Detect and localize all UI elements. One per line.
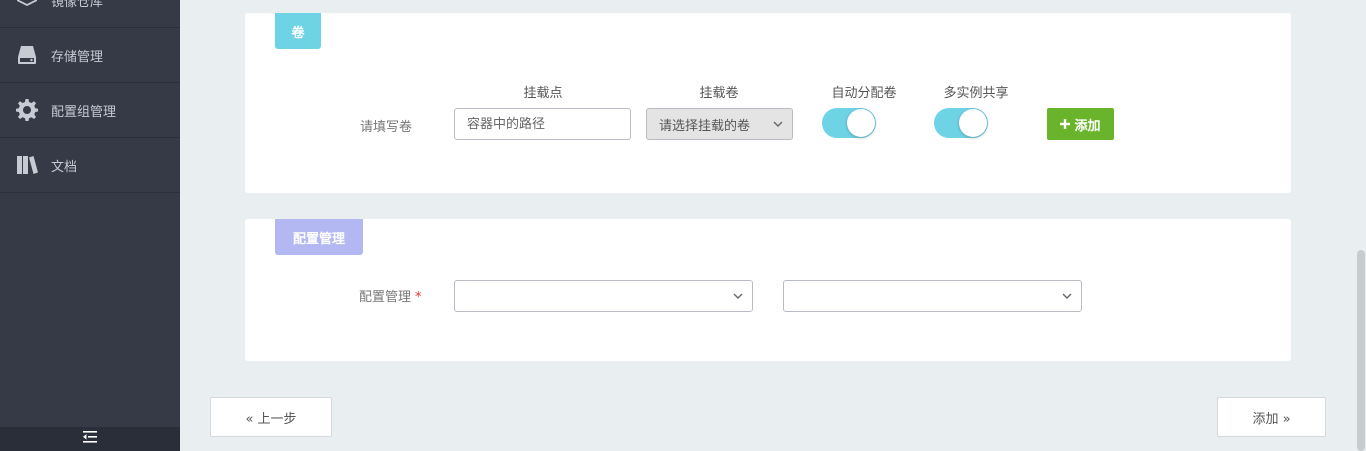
- chevron-down-icon: [773, 121, 783, 127]
- sidebar-item-label: 镜像仓库: [51, 0, 104, 10]
- submit-add-button[interactable]: 添加 »: [1217, 397, 1326, 437]
- auto-assign-header: 自动分配卷: [831, 86, 897, 101]
- sidebar-item-storage[interactable]: 存储管理: [0, 28, 180, 83]
- toggle-knob: [959, 109, 987, 137]
- layers-icon: [14, 0, 40, 13]
- volume-select[interactable]: 请选择挂载的卷: [646, 108, 793, 140]
- config-select-2[interactable]: [783, 280, 1082, 312]
- config-label-text: 配置管理: [359, 290, 412, 305]
- sidebar-item-label: 存储管理: [51, 49, 104, 65]
- plus-icon: [1060, 119, 1071, 129]
- config-row-label: 配置管理 *: [359, 286, 422, 305]
- config-panel: 配置管理 配置管理 *: [245, 219, 1291, 361]
- sidebar-item-label: 配置组管理: [51, 104, 117, 120]
- mount-volume-header: 挂载卷: [699, 86, 739, 101]
- mount-point-header: 挂载点: [523, 86, 563, 101]
- add-volume-button[interactable]: 添加: [1047, 108, 1114, 140]
- sidebar: 镜像仓库 存储管理 配置组管理 文档: [0, 0, 180, 451]
- sidebar-item-config-group[interactable]: 配置组管理: [0, 83, 180, 138]
- sidebar-item-docs[interactable]: 文档: [0, 138, 180, 193]
- volume-select-value: 请选择挂载的卷: [659, 118, 751, 134]
- add-button-label: 添加: [1074, 118, 1101, 134]
- scrollbar-thumb[interactable]: [1357, 250, 1365, 451]
- gear-icon: [14, 97, 40, 123]
- books-icon: [14, 152, 40, 178]
- sidebar-item-image-registry[interactable]: 镜像仓库: [0, 0, 180, 28]
- prev-step-button[interactable]: « 上一步: [210, 397, 332, 437]
- sidebar-item-label: 文档: [51, 159, 78, 175]
- config-select-1[interactable]: [454, 280, 753, 312]
- volume-row-label: 请填写卷: [360, 120, 413, 135]
- volume-section-tag: 卷: [275, 13, 321, 49]
- auto-assign-toggle[interactable]: [822, 108, 876, 138]
- required-mark: *: [415, 290, 422, 305]
- chevron-down-icon: [1062, 293, 1072, 299]
- hard-drive-icon: [14, 42, 40, 68]
- sidebar-collapse-button[interactable]: [0, 427, 180, 451]
- chevron-down-icon: [733, 293, 743, 299]
- multi-share-toggle[interactable]: [934, 108, 988, 138]
- scrollbar-track[interactable]: [1356, 0, 1366, 451]
- toggle-knob: [847, 109, 875, 137]
- mount-path-input[interactable]: [454, 108, 631, 140]
- volume-panel: 卷 挂载点 挂载卷 自动分配卷 多实例共享 请填写卷 请选择挂载的卷 添加: [245, 13, 1291, 193]
- config-section-tag: 配置管理: [275, 219, 363, 255]
- multi-share-header: 多实例共享: [943, 86, 1009, 101]
- collapse-menu-icon: [81, 430, 99, 448]
